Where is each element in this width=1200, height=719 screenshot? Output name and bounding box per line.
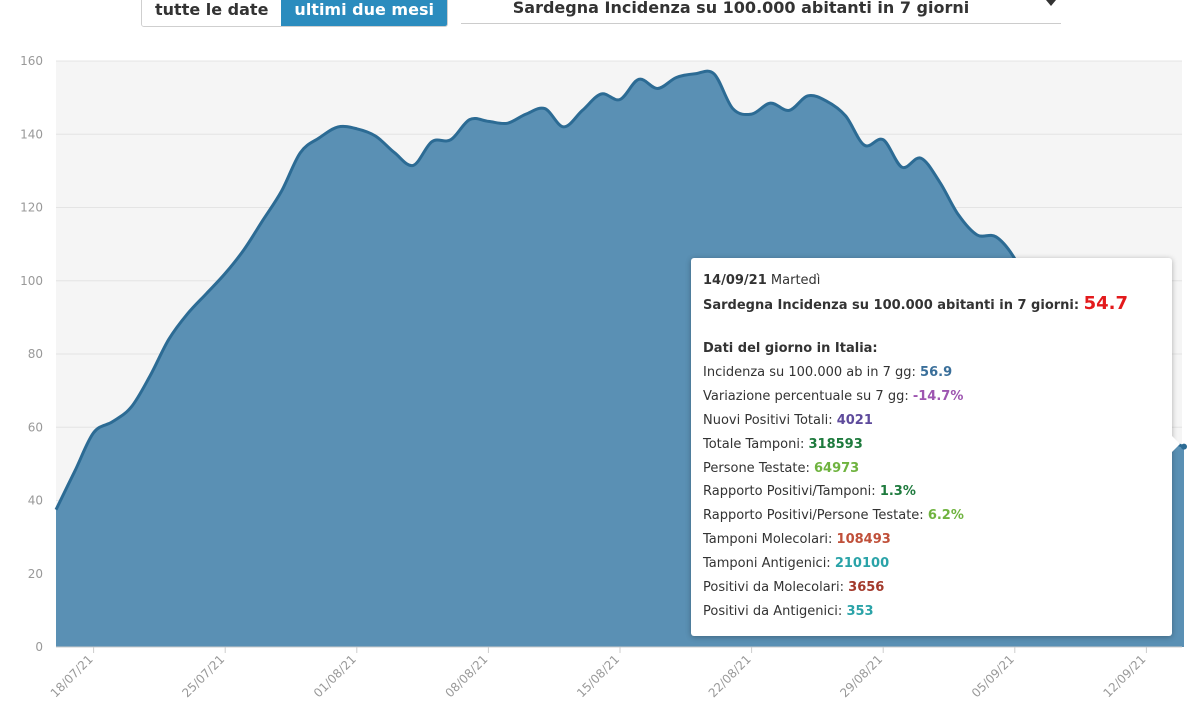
x-tick-label: 25/07/21 — [179, 652, 227, 700]
x-tick-label: 15/08/21 — [574, 652, 622, 700]
x-tick-label: 12/09/21 — [1101, 652, 1149, 700]
tooltip-row-value: 353 — [846, 603, 874, 619]
tooltip-row-label: Incidenza su 100.000 ab in 7 gg: — [703, 365, 916, 380]
y-tick-label: 0 — [35, 640, 43, 654]
y-tick-label: 120 — [20, 201, 43, 215]
tooltip-row: Positivi da Antigenici: 353 — [703, 600, 1160, 624]
hover-point[interactable] — [1181, 443, 1187, 450]
tooltip-row: Nuovi Positivi Totali: 4021 — [703, 409, 1160, 433]
tooltip-headline-value: 54.7 — [1083, 293, 1129, 314]
tooltip-weekday: Martedì — [770, 273, 821, 288]
tooltip-row: Tamponi Molecolari: 108493 — [703, 528, 1160, 552]
tooltip-row-value: -14.7% — [912, 388, 964, 404]
tooltip-row-value: 4021 — [836, 412, 873, 428]
chart-tooltip: 14/09/21 Martedì Sardegna Incidenza su 1… — [691, 258, 1180, 636]
tooltip-row-label: Variazione percentuale su 7 gg: — [703, 388, 909, 404]
tooltip-date: 14/09/21 — [703, 273, 767, 288]
tooltip-row-label: Positivi da Molecolari: — [703, 580, 845, 596]
tooltip-row-value: 56.9 — [920, 365, 953, 380]
tooltip-row-label: Persone Testate: — [703, 460, 810, 476]
tooltip-row-value: 108493 — [836, 532, 891, 548]
tooltip-row-label: Tamponi Antigenici: — [703, 556, 831, 572]
tooltip-row-value: 318593 — [808, 436, 863, 452]
tooltip-row-value: 64973 — [814, 460, 860, 476]
tooltip-row-label: Nuovi Positivi Totali: — [703, 412, 833, 428]
x-tick-label: 22/08/21 — [706, 652, 754, 700]
tooltip-row: Incidenza su 100.000 ab in 7 gg: 56.9 — [703, 361, 1160, 385]
tooltip-row-label: Rapporto Positivi/Persone Testate: — [703, 508, 924, 524]
tooltip-row: Variazione percentuale su 7 gg: -14.7% — [703, 385, 1160, 409]
tooltip-row: Positivi da Molecolari: 3656 — [703, 576, 1160, 600]
tooltip-section-title: Dati del giorno in Italia: — [703, 341, 878, 356]
tooltip-row: Rapporto Positivi/Persone Testate: 6.2% — [703, 504, 1160, 528]
x-axis: 18/07/21 25/07/21 01/08/21 08/08/21 15/08/21… — [48, 646, 1182, 700]
tooltip-row-label: Positivi da Antigenici: — [703, 603, 843, 619]
tooltip-date-line: 14/09/21 Martedì — [703, 270, 1160, 292]
tooltip-row-value: 210100 — [834, 556, 890, 572]
tooltip-row-value: 3656 — [848, 580, 885, 596]
y-tick-label: 20 — [28, 567, 43, 581]
tooltip-row: Totale Tamponi: 318593 — [703, 433, 1160, 457]
x-tick-label: 29/08/21 — [837, 652, 885, 700]
tooltip-row-value: 6.2% — [927, 508, 964, 524]
tooltip-row-label: Rapporto Positivi/Tamponi: — [703, 484, 876, 500]
tooltip-arrow — [1172, 436, 1180, 452]
y-axis: 0 20 40 60 80 100 120 140 160 — [20, 54, 43, 654]
tooltip-row-label: Totale Tamponi: — [703, 436, 805, 452]
y-tick-label: 80 — [28, 347, 43, 361]
x-tick-label: 05/09/21 — [969, 652, 1017, 700]
tooltip-headline: Sardegna Incidenza su 100.000 abitanti i… — [703, 292, 1160, 316]
x-tick-label: 01/08/21 — [311, 652, 359, 700]
tooltip-rows: Incidenza su 100.000 ab in 7 gg: 56.9 Var… — [703, 361, 1160, 624]
tooltip-row: Rapporto Positivi/Tamponi: 1.3% — [703, 480, 1160, 504]
x-tick-label: 08/08/21 — [443, 652, 491, 700]
tooltip-row-label: Tamponi Molecolari: — [703, 532, 833, 548]
y-tick-label: 160 — [20, 54, 43, 68]
tooltip-row-value: 1.3% — [879, 484, 916, 500]
y-tick-label: 140 — [20, 127, 43, 141]
y-tick-label: 100 — [20, 274, 43, 288]
y-tick-label: 40 — [28, 494, 43, 508]
x-tick-label: 18/07/21 — [48, 652, 96, 700]
tooltip-row: Persone Testate: 64973 — [703, 457, 1160, 481]
y-tick-label: 60 — [28, 420, 43, 434]
tooltip-row: Tamponi Antigenici: 210100 — [703, 552, 1160, 576]
tooltip-headline-label: Sardegna Incidenza su 100.000 abitanti i… — [703, 298, 1080, 313]
